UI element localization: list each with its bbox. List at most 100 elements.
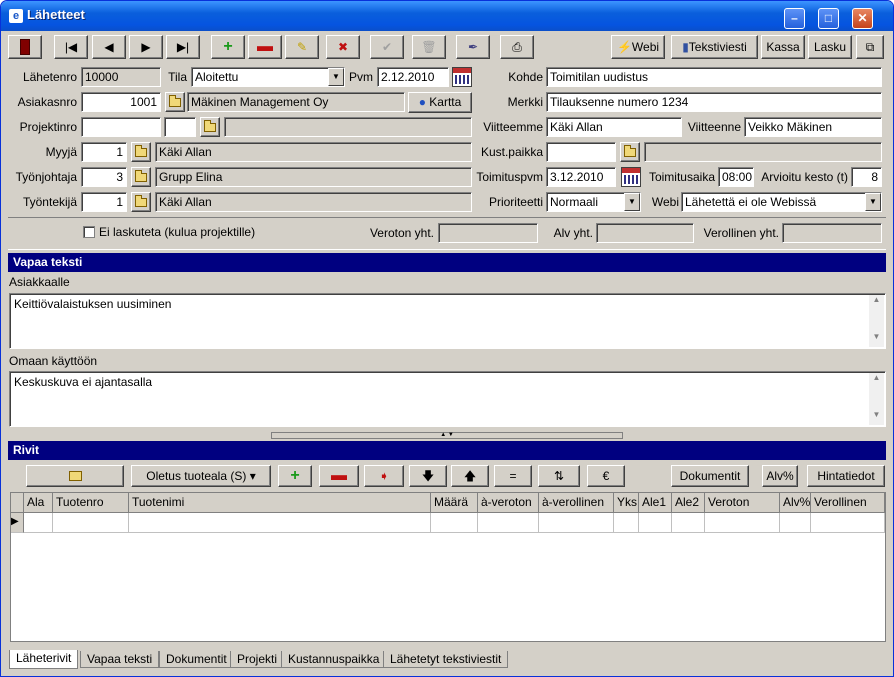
tab-laheterivit[interactable]: Läheterivit [9, 650, 79, 669]
rows-grid[interactable]: Ala Tuotenro Tuotenimi Määrä à-veroton à… [10, 492, 886, 642]
scroll-up-icon[interactable]: ▲ [869, 373, 884, 388]
table-cell[interactable] [53, 513, 129, 533]
tab-projekti[interactable]: Projekti [230, 651, 285, 668]
cancel-edit-button[interactable]: ✖ [326, 35, 360, 59]
column-header[interactable]: Määrä [431, 493, 478, 513]
tab-vapaa-teksti[interactable]: Vapaa teksti [80, 651, 160, 668]
rivit-lookup-button[interactable] [26, 465, 124, 487]
projekti-lookup-button[interactable] [200, 117, 220, 137]
scroll-up-icon[interactable]: ▲ [869, 295, 884, 310]
table-cell[interactable] [780, 513, 811, 533]
asiakasnro-field[interactable]: 1001 [81, 92, 161, 112]
column-header[interactable]: Ale1 [639, 493, 672, 513]
viitteenne-field[interactable]: Veikko Mäkinen [744, 117, 882, 137]
delete-button[interactable]: ▬ [248, 35, 282, 59]
move-up-button[interactable]: 🡅 [451, 465, 489, 487]
table-cell[interactable] [24, 513, 53, 533]
hintatiedot-button[interactable]: Hintatiedot [807, 465, 885, 487]
maximize-button[interactable]: □ [818, 8, 839, 29]
next-record-button[interactable]: ▶ [129, 35, 163, 59]
column-header[interactable]: Veroton [705, 493, 780, 513]
column-header[interactable]: Alv% [780, 493, 811, 513]
myyja-lookup-button[interactable] [131, 142, 151, 162]
table-cell[interactable] [614, 513, 639, 533]
scroll-down-icon[interactable]: ▼ [869, 410, 884, 425]
splitter-handle[interactable]: ▲ ▼ [271, 432, 623, 439]
minimize-button[interactable]: – [784, 8, 805, 29]
ei-laskuteta-checkbox[interactable] [83, 226, 95, 238]
webi-button[interactable]: ⚡Webi [611, 35, 665, 59]
tekstiviesti-button[interactable]: ▮Tekstiviesti [671, 35, 758, 59]
column-header[interactable]: à-verollinen [539, 493, 614, 513]
delete-row-button[interactable]: ▬ [319, 465, 359, 487]
tab-lahetetyt-tekstiviestit[interactable]: Lähetetyt tekstiviestit [383, 651, 509, 668]
tyontekija-lookup-button[interactable] [131, 192, 151, 212]
trash-button[interactable]: 🗑 [412, 35, 446, 59]
column-header[interactable]: Yks [614, 493, 639, 513]
projekti-sub-field[interactable] [164, 117, 196, 137]
kartta-button[interactable]: ● Kartta [408, 92, 472, 113]
table-cell[interactable] [639, 513, 672, 533]
oletus-tuoteala-button[interactable]: Oletus tuoteala (S) ▾ [131, 465, 271, 487]
exit-button[interactable] [8, 35, 42, 59]
lasku-button[interactable]: Lasku [808, 35, 852, 59]
save-button[interactable]: ✔ [370, 35, 404, 59]
table-cell[interactable] [539, 513, 614, 533]
kustpaikka-lookup-button[interactable] [620, 142, 640, 162]
equals-button[interactable]: = [494, 465, 532, 487]
tools-button[interactable]: ✒ [456, 35, 490, 59]
viitteemme-field[interactable]: Käki Allan [546, 117, 682, 137]
column-header[interactable]: Ala [24, 493, 53, 513]
tyonjohtaja-lookup-button[interactable] [131, 167, 151, 187]
prioriteetti-select[interactable]: Normaali ▼ [546, 192, 641, 212]
calendar-icon[interactable] [621, 167, 641, 187]
column-header[interactable]: Ale2 [672, 493, 705, 513]
chevron-down-icon[interactable]: ▼ [328, 68, 344, 86]
scrollbar[interactable]: ▲ ▼ [869, 373, 884, 425]
asiakas-lookup-button[interactable] [165, 92, 185, 112]
first-record-button[interactable]: |◀ [54, 35, 88, 59]
myyja-nro-field[interactable]: 1 [81, 142, 127, 162]
table-cell[interactable] [129, 513, 431, 533]
toimitusaika-field[interactable]: 08:00 [718, 167, 754, 187]
kohde-field[interactable]: Toimitilan uudistus [546, 67, 882, 87]
scroll-down-icon[interactable]: ▼ [869, 332, 884, 347]
chevron-down-icon[interactable]: ▼ [865, 193, 881, 211]
windows-button[interactable]: ⧉ [856, 35, 884, 59]
tyontekija-nro-field[interactable]: 1 [81, 192, 127, 212]
euro-button[interactable]: € [587, 465, 625, 487]
prev-record-button[interactable]: ◀ [92, 35, 126, 59]
table-cell[interactable] [431, 513, 478, 533]
table-cell[interactable] [478, 513, 539, 533]
add-button[interactable]: + [211, 35, 245, 59]
webi-select[interactable]: Lähetettä ei ole Webissä ▼ [681, 192, 882, 212]
table-cell[interactable] [705, 513, 780, 533]
move-row-button[interactable]: ➧ [364, 465, 404, 487]
edit-button[interactable]: ✎ [285, 35, 319, 59]
omaan-kayttoon-textarea[interactable]: Keskuskuva ei ajantasalla ▲ ▼ [9, 371, 886, 427]
kustpaikka-field[interactable] [546, 142, 616, 162]
projektinro-field[interactable] [81, 117, 161, 137]
column-header[interactable]: Verollinen [811, 493, 885, 513]
close-button[interactable]: ✕ [852, 8, 873, 29]
asiakkaalle-textarea[interactable]: Keittiövalaistuksen uusiminen ▲ ▼ [9, 293, 886, 349]
add-row-button[interactable]: + [278, 465, 312, 487]
column-header[interactable]: Tuotenimi [129, 493, 431, 513]
column-header[interactable]: à-veroton [478, 493, 539, 513]
tab-dokumentit[interactable]: Dokumentit [159, 651, 234, 668]
column-header[interactable]: Tuotenro [53, 493, 129, 513]
sort-button[interactable]: ⇅ [538, 465, 580, 487]
last-record-button[interactable]: ▶| [166, 35, 200, 59]
merkki-field[interactable]: Tilauksenne numero 1234 [546, 92, 882, 112]
kassa-button[interactable]: Kassa [761, 35, 805, 59]
print-button[interactable]: ⎙ [500, 35, 534, 59]
toimituspvm-field[interactable]: 3.12.2010 [546, 167, 616, 187]
scrollbar[interactable]: ▲ ▼ [869, 295, 884, 347]
pvm-field[interactable]: 2.12.2010 [377, 67, 449, 87]
calendar-icon[interactable] [452, 67, 472, 87]
arvioitu-kesto-field[interactable]: 8 [851, 167, 882, 187]
chevron-down-icon[interactable]: ▼ [624, 193, 640, 211]
alv-percent-button[interactable]: Alv% [762, 465, 798, 487]
tila-select[interactable]: Aloitettu ▼ [191, 67, 345, 87]
move-down-button[interactable]: 🡇 [409, 465, 447, 487]
